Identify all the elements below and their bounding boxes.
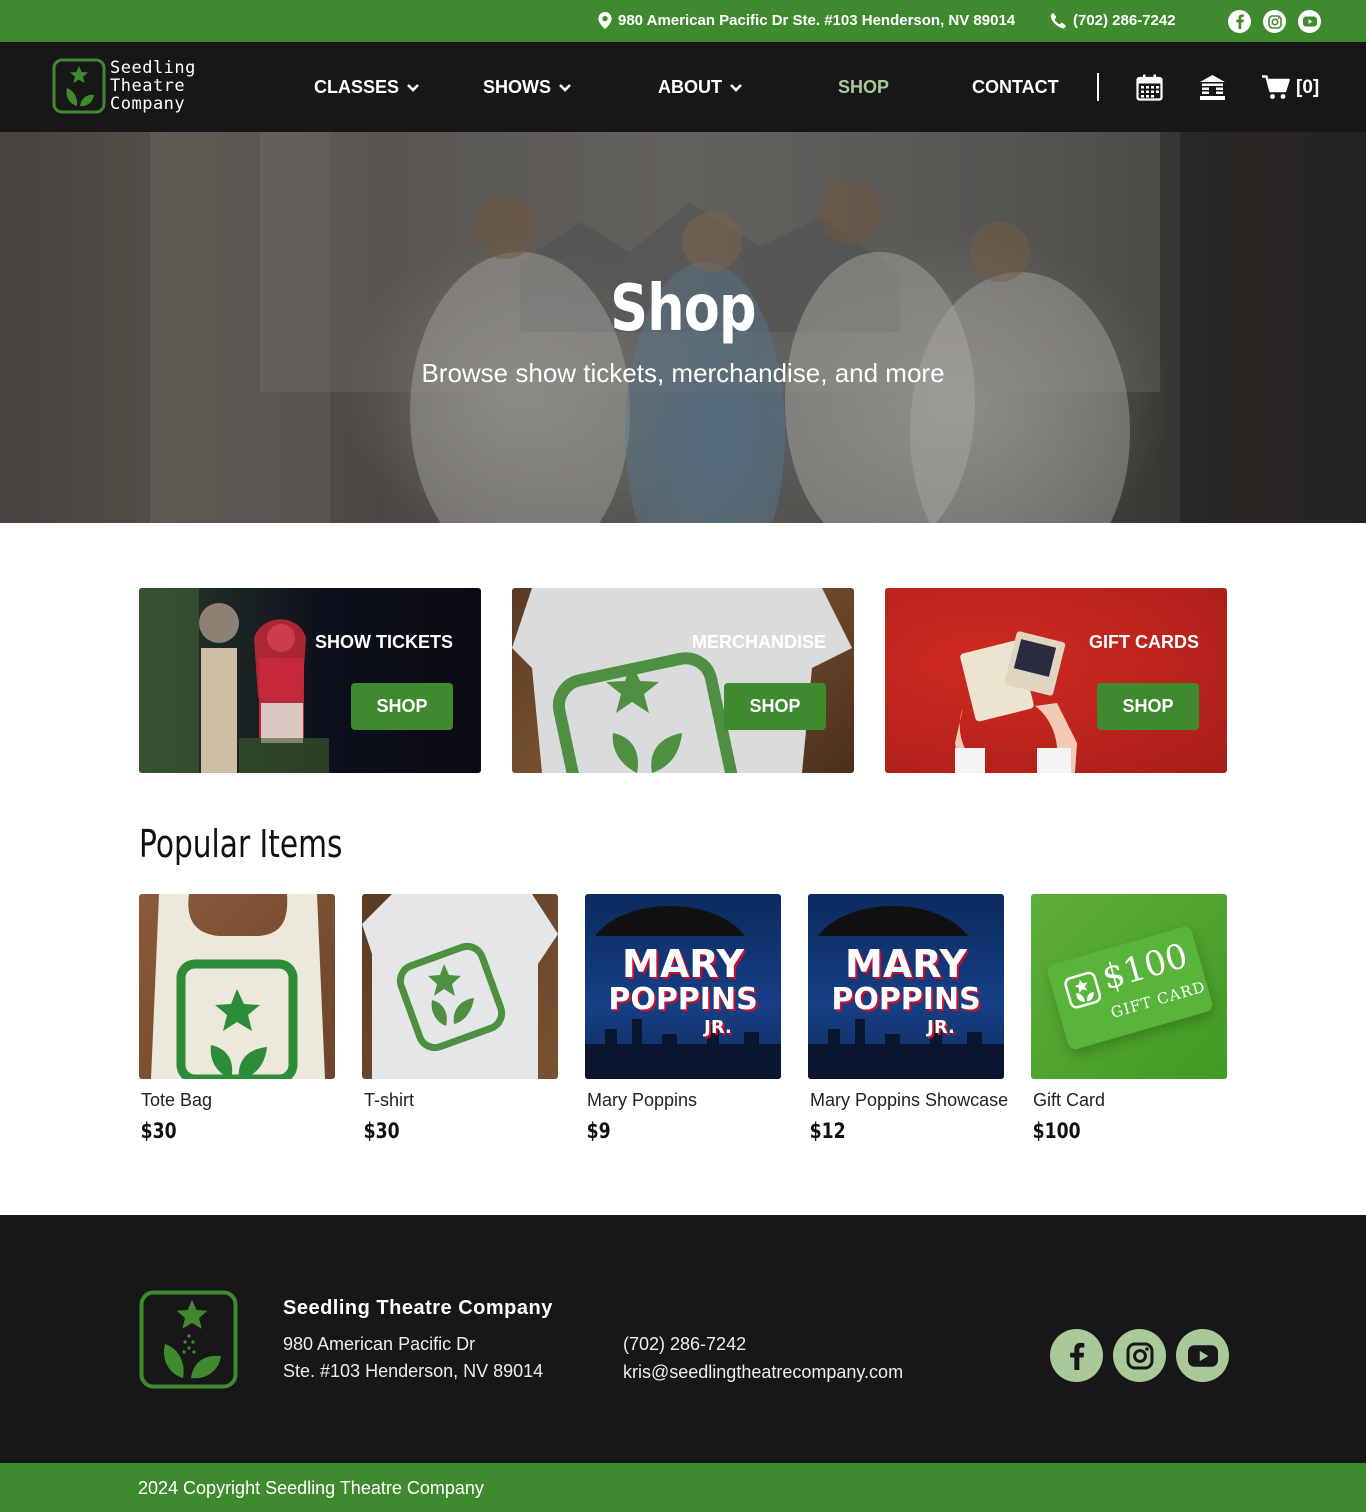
top-address-text: 980 American Pacific Dr Ste. #103 Hender…: [618, 12, 1016, 29]
copyright-bar: 2024 Copyright Seedling Theatre Company: [0, 1463, 1366, 1512]
popular-items-title: Popular Items: [139, 822, 343, 866]
product-price: $100: [1032, 1119, 1081, 1143]
logo-line-3: Company: [110, 94, 186, 114]
theater-icon[interactable]: [1199, 74, 1226, 101]
category-title: SHOW TICKETS: [315, 632, 453, 652]
shop-gift-cards-button[interactable]: SHOP: [1097, 683, 1199, 730]
footer-phone[interactable]: (702) 286-7242: [623, 1334, 746, 1355]
poster-title: MARY POPPINS JR.: [808, 942, 1004, 1038]
product-card-mary-poppins[interactable]: MARY POPPINS JR. Mary Poppins $9: [585, 894, 781, 1143]
shop-merchandise-button[interactable]: SHOP: [724, 683, 826, 730]
youtube-icon[interactable]: [1298, 10, 1321, 33]
logo-text: Seedling Theatre Company: [110, 59, 196, 113]
poster-line-3: JR.: [927, 1017, 955, 1038]
product-image-tote-bag[interactable]: [139, 894, 335, 1079]
top-address[interactable]: 980 American Pacific Dr Ste. #103 Hender…: [598, 12, 1015, 29]
show-tickets-image: [139, 588, 329, 773]
merchandise-image: [512, 588, 852, 773]
product-price: $30: [140, 1119, 177, 1143]
product-price: $9: [586, 1119, 611, 1143]
nav-shows[interactable]: SHOWS: [483, 77, 571, 98]
site-logo[interactable]: Seedling Theatre Company: [52, 58, 196, 114]
gift-card-graphic: $100 GIFT CARD: [1045, 925, 1215, 1051]
main-nav: Seedling Theatre Company CLASSES SHOWS A…: [0, 42, 1366, 132]
nav-divider: [1097, 73, 1099, 101]
shopping-cart-icon: [1262, 75, 1290, 99]
product-name[interactable]: T-shirt: [362, 1090, 558, 1111]
poster-line-1: MARY: [622, 942, 744, 986]
top-bar: 980 American Pacific Dr Ste. #103 Hender…: [0, 0, 1366, 42]
poster-line-3: JR.: [704, 1017, 732, 1038]
t-shirt-image: [362, 894, 558, 1079]
product-name[interactable]: Mary Poppins: [585, 1090, 781, 1111]
product-name[interactable]: Mary Poppins Showcase: [808, 1090, 1008, 1111]
nav-contact-label: CONTACT: [972, 77, 1059, 97]
cart-link[interactable]: [0]: [1262, 75, 1319, 100]
nav-classes-label: CLASSES: [314, 77, 400, 97]
product-card-mary-poppins-showcase[interactable]: MARY POPPINS JR. Mary Poppins Showcase $…: [808, 894, 1008, 1143]
chevron-down-icon: [559, 83, 571, 92]
site-footer: Seedling Theatre Company 980 American Pa…: [0, 1215, 1366, 1463]
nav-classes[interactable]: CLASSES: [314, 77, 419, 98]
product-image-t-shirt[interactable]: [362, 894, 558, 1079]
nav-shop-label: SHOP: [838, 77, 890, 97]
product-card-t-shirt[interactable]: T-shirt $30: [362, 894, 558, 1143]
chevron-down-icon: [407, 83, 419, 92]
top-phone-text: (702) 286-7242: [1073, 12, 1176, 29]
product-image-mary-poppins[interactable]: MARY POPPINS JR.: [585, 894, 781, 1079]
category-title: GIFT CARDS: [1089, 632, 1199, 652]
hero-banner: Shop Browse show tickets, merchandise, a…: [0, 132, 1366, 523]
nav-shows-label: SHOWS: [483, 77, 552, 97]
seedling-logo-icon: [1064, 971, 1102, 1009]
category-card-merchandise[interactable]: MERCHANDISE SHOP: [512, 588, 854, 773]
product-image-gift-card[interactable]: $100 GIFT CARD: [1031, 894, 1227, 1079]
shop-show-tickets-button[interactable]: SHOP: [351, 683, 453, 730]
instagram-icon[interactable]: [1263, 10, 1286, 33]
logo-line-2: Theatre: [110, 76, 186, 96]
nav-shop[interactable]: SHOP: [838, 77, 889, 98]
tote-bag-image: [151, 894, 325, 1079]
facebook-icon[interactable]: [1228, 10, 1251, 33]
product-image-mary-poppins-showcase[interactable]: MARY POPPINS JR.: [808, 894, 1004, 1079]
footer-address-line-2: Ste. #103 Henderson, NV 89014: [283, 1361, 544, 1381]
chevron-down-icon: [730, 83, 742, 92]
product-price: $12: [809, 1119, 846, 1143]
nav-contact[interactable]: CONTACT: [972, 77, 1059, 98]
seedling-logo-icon: [52, 58, 106, 114]
nav-about[interactable]: ABOUT: [658, 77, 742, 98]
youtube-icon[interactable]: [1176, 1329, 1229, 1382]
cart-count: [0]: [1296, 76, 1320, 98]
hero-title: Shop: [610, 272, 756, 346]
product-name[interactable]: Tote Bag: [139, 1090, 335, 1111]
poster-line-2: POPPINS: [608, 982, 758, 1017]
instagram-icon[interactable]: [1113, 1329, 1166, 1382]
category-card-show-tickets[interactable]: SHOW TICKETS SHOP: [139, 588, 481, 773]
product-card-tote-bag[interactable]: Tote Bag $30: [139, 894, 335, 1143]
phone-icon: [1050, 12, 1066, 29]
footer-logo-icon[interactable]: [139, 1290, 238, 1389]
calendar-icon[interactable]: [1136, 74, 1163, 101]
category-card-gift-cards[interactable]: GIFT CARDS SHOP: [885, 588, 1227, 773]
footer-company-name: Seedling Theatre Company: [283, 1297, 553, 1319]
map-pin-icon: [598, 12, 612, 29]
poster-line-1: MARY: [845, 942, 967, 986]
logo-line-1: Seedling: [110, 58, 196, 78]
product-card-gift-card[interactable]: $100 GIFT CARD Gift Card $100: [1031, 894, 1227, 1143]
gift-box-image: [955, 631, 1077, 773]
hero-subtitle: Browse show tickets, merchandise, and mo…: [421, 358, 945, 388]
poster-title: MARY POPPINS JR.: [585, 942, 781, 1038]
footer-email[interactable]: kris@seedlingtheatrecompany.com: [623, 1362, 903, 1383]
poster-line-2: POPPINS: [831, 982, 981, 1017]
top-phone[interactable]: (702) 286-7242: [1050, 12, 1176, 29]
footer-address-line-1: 980 American Pacific Dr: [283, 1334, 476, 1354]
nav-about-label: ABOUT: [658, 77, 722, 97]
top-social-links: [1228, 10, 1321, 33]
product-name[interactable]: Gift Card: [1031, 1090, 1227, 1111]
facebook-icon[interactable]: [1050, 1329, 1103, 1382]
footer-social-links: [1050, 1329, 1229, 1382]
category-title: MERCHANDISE: [691, 632, 826, 652]
copyright-text: 2024 Copyright Seedling Theatre Company: [138, 1478, 484, 1498]
product-price: $30: [363, 1119, 400, 1143]
